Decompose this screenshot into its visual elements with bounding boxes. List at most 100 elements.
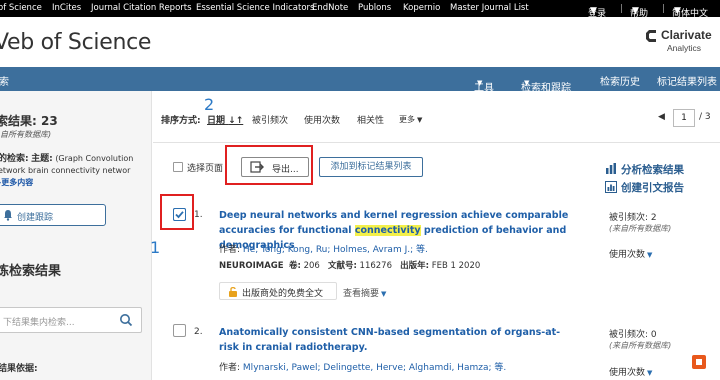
top-product-bar: of Science InCites Journal Citation Repo… [0, 0, 720, 19]
topbar-link-kopernio[interactable]: Kopernio [403, 3, 440, 13]
usage-label: 使用次数 [609, 368, 646, 378]
usage-count-toggle[interactable]: 使用次数 ▼ [609, 365, 652, 378]
create-alert-button[interactable]: 创建跟踪 [0, 204, 106, 226]
bell-icon [4, 210, 12, 221]
chevron-down-icon: ▼ [632, 6, 639, 16]
sort-desc-icon: ↓↑ [228, 116, 244, 126]
record-title-text: Anatomically consistent CNN-based segmen… [219, 327, 561, 353]
record-checkbox[interactable] [173, 324, 186, 337]
page-number-input[interactable]: 1 [673, 109, 695, 127]
chevron-down-icon: ▼ [647, 369, 653, 377]
pubdate-label: 出版年: [400, 261, 430, 271]
office-logo-icon [692, 355, 706, 369]
volume-value: 206 [303, 261, 320, 271]
annotation-number-2: 2 [204, 95, 215, 114]
search-within-placeholder: 下结果集内检索... [3, 318, 75, 328]
authors-label: 作者: [219, 245, 241, 255]
refine-by-label: 结果依据: [0, 364, 38, 374]
select-page-label: 选择页面 [187, 164, 224, 174]
record-source: NEUROIMAGE 卷: 206 文献号: 116276 出版年: FEB 1… [219, 259, 480, 271]
chevron-down-icon: ▼ [524, 79, 530, 87]
pubdate-value: FEB 1 2020 [431, 261, 481, 271]
volume-label: 卷: [288, 261, 301, 271]
chevron-down-icon: ▼ [590, 6, 597, 16]
sort-label: 排序方式: [161, 116, 201, 126]
article-label: 文献号: [327, 261, 357, 271]
open-lock-icon [229, 287, 237, 297]
sort-option-more[interactable]: 更多 ▼ [399, 114, 422, 125]
vendor-sub: Analytics [667, 43, 702, 53]
analyze-results-label: 分析检索结果 [621, 164, 684, 176]
times-cited: 被引频次: 0 (来自所有数据库) [609, 327, 671, 351]
page-total: / 3 [699, 112, 711, 122]
record-number: 1. [194, 210, 203, 220]
add-to-marked-list-button[interactable]: 添加到标记结果列表 [319, 157, 423, 177]
chevron-down-icon: ▼ [674, 6, 681, 16]
more-link-label: 更多内容 [1, 178, 34, 187]
checkmark-icon [173, 208, 186, 221]
sort-option-date[interactable]: 日期 ↓↑ [207, 113, 243, 126]
nav-search-history[interactable]: 检索历史 [600, 73, 640, 88]
record-authors: 作者: He, Tong; Kong, Ru; Holmes, Avram J.… [219, 242, 428, 255]
article-value: 116276 [359, 261, 392, 271]
query-label: 的检索: [0, 154, 29, 164]
free-fulltext-label: 出版商处的免费全文 [242, 289, 324, 299]
chevron-down-icon: ▼ [647, 251, 653, 259]
citation-report-link[interactable]: 创建引文报告 [605, 180, 684, 195]
topbar-link-wos[interactable]: of Science [0, 3, 42, 13]
authors-list[interactable]: Mlynarski, Pawel; Delingette, Herve; Alg… [243, 363, 506, 373]
checkbox-icon [173, 162, 183, 172]
times-cited-value[interactable]: 0 [651, 330, 657, 340]
sort-bar: 排序方式: 日期 ↓↑ 被引频次 使用次数 相关性 更多 ▼ ◀ 1 / 3 [153, 91, 720, 143]
topbar-link-publons[interactable]: Publons [358, 3, 391, 13]
authors-list[interactable]: He, Tong; Kong, Ru; Holmes, Avram J.; 等. [243, 245, 428, 255]
topbar-link-endnote[interactable]: EndNote [312, 3, 348, 13]
topbar-link-esi[interactable]: Essential Science Indicators [196, 3, 314, 13]
view-abstract-toggle[interactable]: 查看摘要 ▼ [343, 286, 386, 299]
sort-more-label: 更多 [399, 115, 415, 124]
usage-count-toggle[interactable]: 使用次数 ▼ [609, 247, 652, 260]
topbar-link-jcr[interactable]: Journal Citation Reports [91, 3, 192, 13]
prev-page-icon[interactable]: ◀ [658, 112, 665, 122]
sort-option-usage[interactable]: 使用次数 [304, 113, 340, 126]
times-cited-label: 被引频次: [609, 330, 649, 340]
divider [621, 4, 622, 13]
chevron-down-icon: ▼ [417, 116, 423, 124]
topbar-link-mjl[interactable]: Master Journal List [450, 3, 529, 13]
nav-marked-list[interactable]: 标记结果列表 [657, 73, 717, 88]
more-link[interactable]: ›更多内容 [0, 178, 33, 187]
select-page-checkbox[interactable]: 选择页面 [173, 161, 223, 174]
record-authors: 作者: Mlynarski, Pawel; Delingette, Herve;… [219, 360, 506, 373]
free-fulltext-button[interactable]: 出版商处的免费全文 [219, 282, 337, 300]
analyze-results-link[interactable]: 分析检索结果 [605, 162, 684, 177]
search-icon[interactable] [119, 313, 133, 327]
times-cited-label: 被引频次: [609, 213, 649, 223]
results-source: 自所有数据库) [0, 130, 52, 139]
clarivate-mark-icon [646, 30, 656, 42]
brand-header: Veb of Science Clarivate Analytics [0, 17, 720, 67]
times-cited-value[interactable]: 2 [651, 213, 657, 223]
annotation-number-1: 1 [150, 238, 161, 257]
chevron-down-icon: ▼ [381, 290, 387, 298]
view-abstract-label: 查看摘要 [343, 289, 380, 299]
query-field: 主题: [31, 154, 53, 164]
sort-option-times-cited[interactable]: 被引频次 [252, 113, 288, 126]
nav-search[interactable]: 索 [0, 73, 9, 88]
authors-label: 作者: [219, 363, 241, 373]
site-title[interactable]: Veb of Science [0, 30, 151, 55]
record-number: 2. [194, 327, 203, 337]
sort-date-label: 日期 [207, 116, 226, 126]
vendor-name: Clarivate [661, 28, 712, 42]
sort-option-relevance[interactable]: 相关性 [357, 113, 384, 126]
bar-chart-icon [606, 163, 616, 174]
usage-label: 使用次数 [609, 250, 646, 260]
divider [663, 4, 664, 13]
refine-results-heading: 炼检索结果 [0, 264, 62, 279]
citation-report-label: 创建引文报告 [621, 182, 684, 194]
record-title[interactable]: Anatomically consistent CNN-based segmen… [219, 325, 579, 355]
topbar-link-incites[interactable]: InCites [52, 3, 81, 13]
search-within-input[interactable]: 下结果集内检索... [0, 307, 142, 333]
record-checkbox[interactable] [173, 208, 186, 221]
times-cited-source: (来自所有数据库) [609, 224, 672, 233]
times-cited: 被引频次: 2 (来自所有数据库) [609, 210, 671, 234]
